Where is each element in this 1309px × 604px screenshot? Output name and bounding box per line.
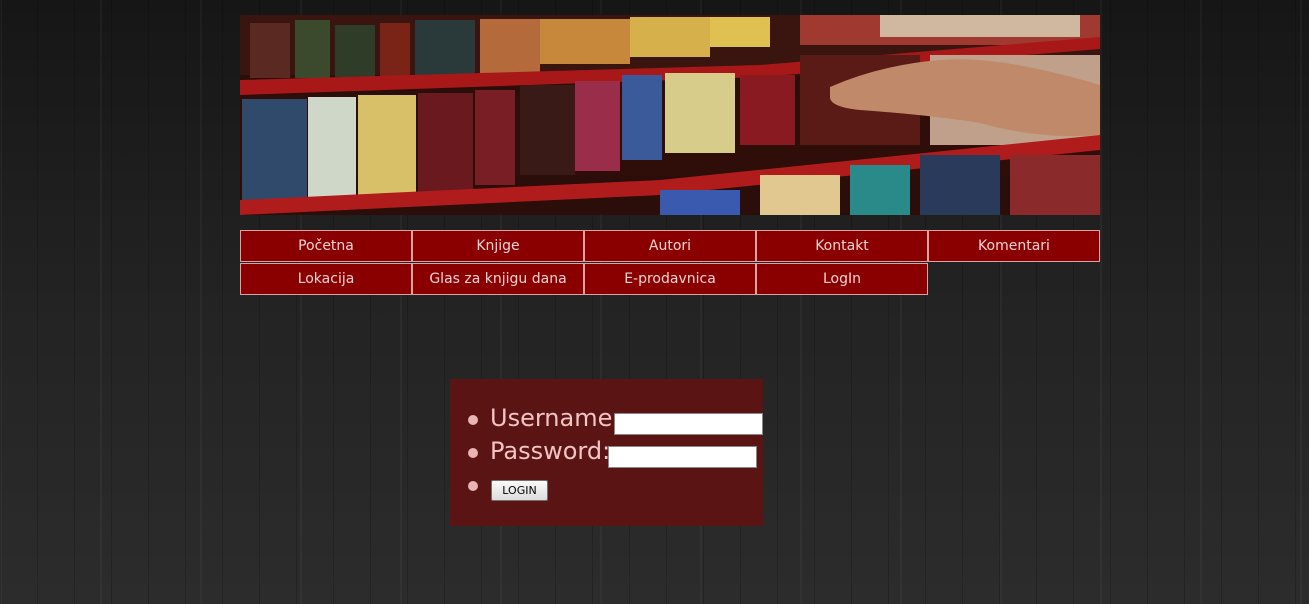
bullet-icon xyxy=(468,448,478,458)
login-panel: Username: Password: LOGIN xyxy=(450,379,763,526)
username-label: Username: xyxy=(490,404,621,432)
nav-item-login[interactable]: LogIn xyxy=(756,263,928,295)
password-input[interactable] xyxy=(608,446,757,468)
bullet-icon xyxy=(468,481,478,491)
nav-item-kontakt[interactable]: Kontakt xyxy=(756,230,928,262)
header-banner xyxy=(240,15,1100,215)
login-button[interactable]: LOGIN xyxy=(491,480,548,501)
bullet-icon xyxy=(468,415,478,425)
username-input[interactable] xyxy=(614,413,763,435)
nav-item-autori[interactable]: Autori xyxy=(584,230,756,262)
bookshelf-banner-image xyxy=(240,15,1100,215)
nav-item-knjige[interactable]: Knjige xyxy=(412,230,584,262)
nav-item-glas-za-knjigu-dana[interactable]: Glas za knjigu dana xyxy=(412,263,584,295)
nav-item-e-prodavnica[interactable]: E-prodavnica xyxy=(584,263,756,295)
password-label: Password: xyxy=(490,437,611,465)
nav-item-komentari[interactable]: Komentari xyxy=(928,230,1100,262)
nav-item-pocetna[interactable]: Početna xyxy=(240,230,412,262)
nav-item-lokacija[interactable]: Lokacija xyxy=(240,263,412,295)
